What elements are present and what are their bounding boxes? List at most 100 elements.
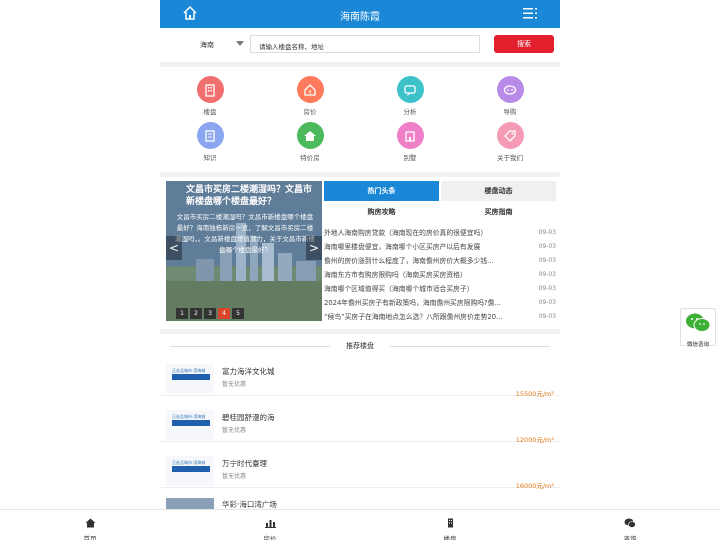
- wechat-icon: [624, 518, 636, 528]
- search-button[interactable]: 搜索: [494, 35, 554, 53]
- category-nav: 楼盘 ¥ 房价 分析 导购 知识 特价房 别墅 关于我们: [160, 67, 560, 172]
- news-title[interactable]: 儋州的房价涨到什么程度了，海南儋州房价大概多少钱...: [324, 254, 530, 268]
- svg-text:¥: ¥: [308, 90, 311, 96]
- search-input[interactable]: 请输入楼盘名称、地址: [250, 35, 480, 53]
- property-thumbnail[interactable]: 正宏品城市·滨海城: [166, 364, 214, 394]
- property-price: 12000元/m²: [515, 436, 554, 444]
- tab-hot-headlines[interactable]: 热门头条: [324, 181, 439, 201]
- nav-item-house-price[interactable]: ¥ 房价: [260, 76, 360, 116]
- top-bar: 海南陈霞: [160, 0, 560, 28]
- nav-label: 导购: [503, 108, 517, 116]
- news-title[interactable]: 外地人海南购房贷款（海南现在的房价真的很便宜吗）: [324, 226, 530, 240]
- list-item[interactable]: 海南东方市有购房限购吗（海南买房买房资格） 09-03: [324, 268, 556, 282]
- tag-icon: [496, 122, 524, 149]
- guide-icon: [496, 76, 524, 103]
- image-carousel[interactable]: 文昌市买房二楼潮湿吗？文昌市新楼盘哪个楼盘最好？ 文昌市买房二楼潮湿吗？文昌市新…: [166, 181, 322, 321]
- tab-price[interactable]: 房价: [240, 513, 300, 540]
- news-title[interactable]: 2024年儋州买房子有新政策吗，海南儋州买房限购吗?儋...: [324, 296, 530, 310]
- list-item[interactable]: 2024年儋州买房子有新政策吗，海南儋州买房限购吗?儋... 09-03: [324, 296, 556, 310]
- menu-icon[interactable]: [522, 5, 538, 21]
- property-thumbnail[interactable]: 正宏品城市·滨海城: [166, 410, 214, 440]
- carousel-dot[interactable]: 2: [190, 308, 202, 319]
- chevron-down-icon[interactable]: [236, 41, 244, 46]
- tab-buildings[interactable]: 楼盘: [420, 513, 480, 540]
- tab-home[interactable]: 首页: [60, 513, 120, 540]
- news-date: 09-03: [538, 229, 556, 236]
- news-date: 09-03: [538, 257, 556, 264]
- property-discount: 暂无优惠: [222, 381, 247, 388]
- thumbnail-bar: [172, 466, 210, 472]
- property-name[interactable]: 碧桂园舒漫的海: [222, 412, 275, 423]
- tab-consult[interactable]: 咨询: [600, 513, 660, 540]
- nav-label: 别墅: [403, 154, 417, 162]
- property-name[interactable]: 万宁时代臺理: [222, 458, 267, 469]
- news-date: 09-03: [538, 313, 556, 320]
- property-discount: 暂无优惠: [222, 427, 247, 434]
- nav-item-about[interactable]: 关于我们: [460, 122, 560, 162]
- news-title[interactable]: 海南哪里楼盘便宜，海南哪个小区买房产以后有发展: [324, 240, 530, 254]
- list-item[interactable]: 外地人海南购房贷款（海南现在的房价真的很便宜吗） 09-03: [324, 226, 556, 240]
- property-discount: 暂无优惠: [222, 473, 247, 480]
- property-price: 15500元/m²: [515, 390, 554, 398]
- nav-label: 关于我们: [497, 154, 523, 162]
- nav-label: 楼盘: [203, 108, 217, 116]
- news-section: 文昌市买房二楼潮湿吗？文昌市新楼盘哪个楼盘最好？ 文昌市买房二楼潮湿吗？文昌市新…: [160, 177, 560, 329]
- building-icon: [196, 76, 224, 103]
- property-card[interactable]: 正宏品城市·滨海城 碧桂园舒漫的海 暂无优惠 12000元/m²: [160, 398, 560, 444]
- thumbnail-bar: [172, 420, 210, 426]
- list-item[interactable]: 海南哪里楼盘便宜，海南哪个小区买房产以后有发展 09-03: [324, 240, 556, 254]
- mobile-page: 海南陈霞 海南 请输入楼盘名称、地址 搜索 楼盘 ¥ 房价 分析 导购 知识 特…: [160, 0, 560, 540]
- list-item[interactable]: “候鸟”买房子在海南地点怎么选？八所跟儋州房价走势20... 09-03: [324, 310, 556, 324]
- tab-buying-guide[interactable]: 买房指南: [441, 202, 556, 222]
- property-card[interactable]: 正宏品城市·滨海城 万宁时代臺理 暂无优惠 16000元/m²: [160, 444, 560, 490]
- news-date: 09-03: [538, 243, 556, 250]
- book-icon: [196, 122, 224, 149]
- tab-buying-tips[interactable]: 购房攻略: [324, 202, 439, 222]
- wechat-label: 微信咨询: [686, 342, 709, 348]
- list-item[interactable]: 儋州的房价涨到什么程度了，海南儋州房价大概多少钱... 09-03: [324, 254, 556, 268]
- carousel-next-button[interactable]: >: [306, 236, 322, 260]
- nav-item-special-price[interactable]: 特价房: [260, 122, 360, 162]
- carousel-dot[interactable]: 5: [232, 308, 244, 319]
- wechat-consult-button[interactable]: 微信咨询: [680, 308, 716, 348]
- list-item[interactable]: 海南哪个区域值得买（海南哪个城市适合买房子） 09-03: [324, 282, 556, 296]
- news-title[interactable]: 海南东方市有购房限购吗（海南买房买房资格）: [324, 268, 530, 282]
- tab-label: 首页: [83, 535, 97, 540]
- property-thumbnail[interactable]: 正宏品城市·滨海城: [166, 456, 214, 486]
- tab-label: 楼盘: [443, 535, 457, 540]
- home-icon: [296, 122, 324, 149]
- carousel-pagination: 1 2 3 4 5: [176, 308, 244, 319]
- carousel-dot[interactable]: 1: [176, 308, 188, 319]
- carousel-dot[interactable]: 3: [204, 308, 216, 319]
- news-tabs: 热门头条 楼盘动态 购房攻略 买房指南: [324, 181, 556, 222]
- nav-item-knowledge[interactable]: 知识: [160, 122, 260, 162]
- wechat-icon: [686, 313, 711, 332]
- nav-item-buildings[interactable]: 楼盘: [160, 76, 260, 116]
- tab-label: 房价: [263, 535, 277, 540]
- bar-chart-icon: [264, 520, 276, 528]
- nav-item-guide[interactable]: 导购: [460, 76, 560, 116]
- news-title[interactable]: “候鸟”买房子在海南地点怎么选？八所跟儋州房价走势20...: [324, 310, 530, 324]
- nav-item-villa[interactable]: 别墅: [360, 122, 460, 162]
- nav-label: 分析: [403, 108, 417, 116]
- chat-analysis-icon: [396, 76, 424, 103]
- carousel-prev-button[interactable]: <: [166, 236, 182, 260]
- carousel-dot-active[interactable]: 4: [218, 308, 230, 319]
- page-title: 海南陈霞: [340, 12, 380, 23]
- news-title[interactable]: 海南哪个区域值得买（海南哪个城市适合买房子）: [324, 282, 530, 296]
- news-date: 09-03: [538, 299, 556, 306]
- divider: [390, 346, 550, 347]
- nav-item-analysis[interactable]: 分析: [360, 76, 460, 116]
- news-list: 外地人海南购房贷款（海南现在的房价真的很便宜吗） 09-03 海南哪里楼盘便宜，海…: [324, 226, 556, 324]
- carousel-title[interactable]: 文昌市买房二楼潮湿吗？文昌市新楼盘哪个楼盘最好？: [186, 184, 318, 208]
- villa-icon: [396, 122, 424, 149]
- nav-label: 房价: [303, 108, 317, 116]
- search-bar: 海南 请输入楼盘名称、地址 搜索: [160, 28, 560, 62]
- region-select[interactable]: 海南: [200, 40, 214, 50]
- property-card[interactable]: 正宏品城市·滨海城 富力海洋文化城 暂无优惠 15500元/m²: [160, 352, 560, 398]
- tab-building-news[interactable]: 楼盘动态: [441, 181, 556, 201]
- house-price-icon: ¥: [296, 76, 324, 103]
- bottom-tab-bar: 首页 房价 楼盘 咨询: [0, 509, 720, 540]
- property-name[interactable]: 富力海洋文化城: [222, 366, 275, 377]
- nav-label: 知识: [203, 154, 217, 162]
